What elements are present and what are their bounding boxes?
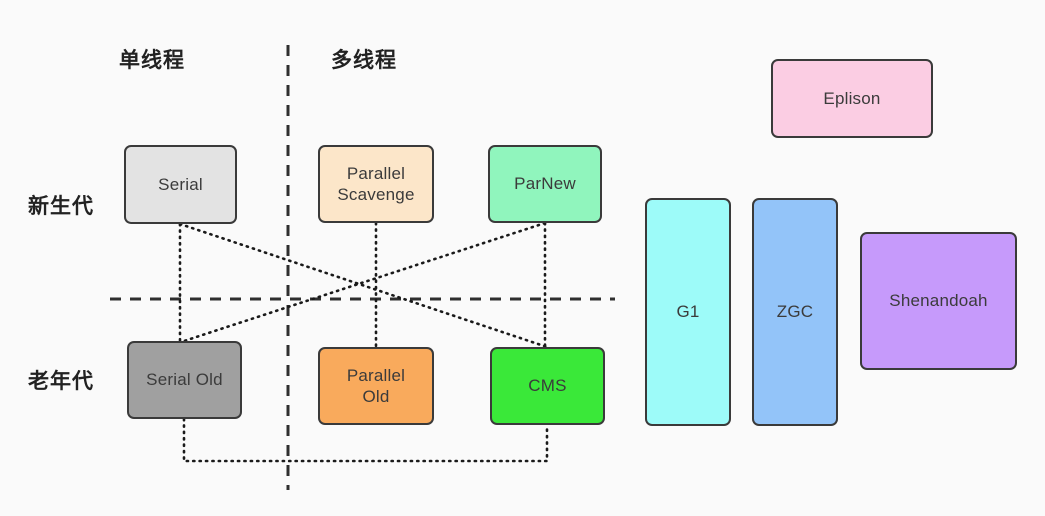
node-parallel-scavenge[interactable]: Parallel Scavenge — [318, 145, 434, 223]
node-g1[interactable]: G1 — [645, 198, 731, 426]
node-zgc[interactable]: ZGC — [752, 198, 838, 426]
node-shenandoah[interactable]: Shenandoah — [860, 232, 1017, 370]
node-label-serial-old: Serial Old — [146, 370, 223, 390]
node-label-parnew: ParNew — [514, 174, 576, 194]
row-label-old-generation: 老年代 — [28, 370, 94, 393]
column-header-multi-thread: 多线程 — [331, 49, 397, 72]
node-cms[interactable]: CMS — [490, 347, 605, 425]
node-label-parallel-old: Parallel Old — [346, 365, 406, 406]
node-label-parallel-scavenge: Parallel Scavenge — [337, 163, 415, 204]
node-label-g1: G1 — [676, 302, 700, 322]
row-label-young-generation: 新生代 — [28, 195, 94, 218]
parnew-to-serial-old — [182, 221, 547, 343]
node-parnew[interactable]: ParNew — [488, 145, 602, 223]
node-label-shenandoah: Shenandoah — [889, 291, 988, 311]
serial-old-to-cms-bottom — [182, 417, 549, 463]
node-parallel-old[interactable]: Parallel Old — [318, 347, 434, 425]
gc-collectors-diagram: 单线程 多线程 新生代老年代 Serial Parallel Scavenge Par… — [0, 0, 1045, 516]
node-label-serial: Serial — [158, 174, 203, 194]
node-eplison[interactable]: Eplison — [771, 59, 933, 138]
node-label-zgc: ZGC — [776, 302, 814, 322]
node-label-eplison: Eplison — [823, 88, 881, 108]
node-serial-old[interactable]: Serial Old — [127, 341, 242, 419]
node-serial[interactable]: Serial — [124, 145, 237, 224]
node-label-cms: CMS — [528, 376, 567, 396]
serial-to-cms — [178, 222, 549, 349]
column-header-single-thread: 单线程 — [119, 49, 185, 72]
